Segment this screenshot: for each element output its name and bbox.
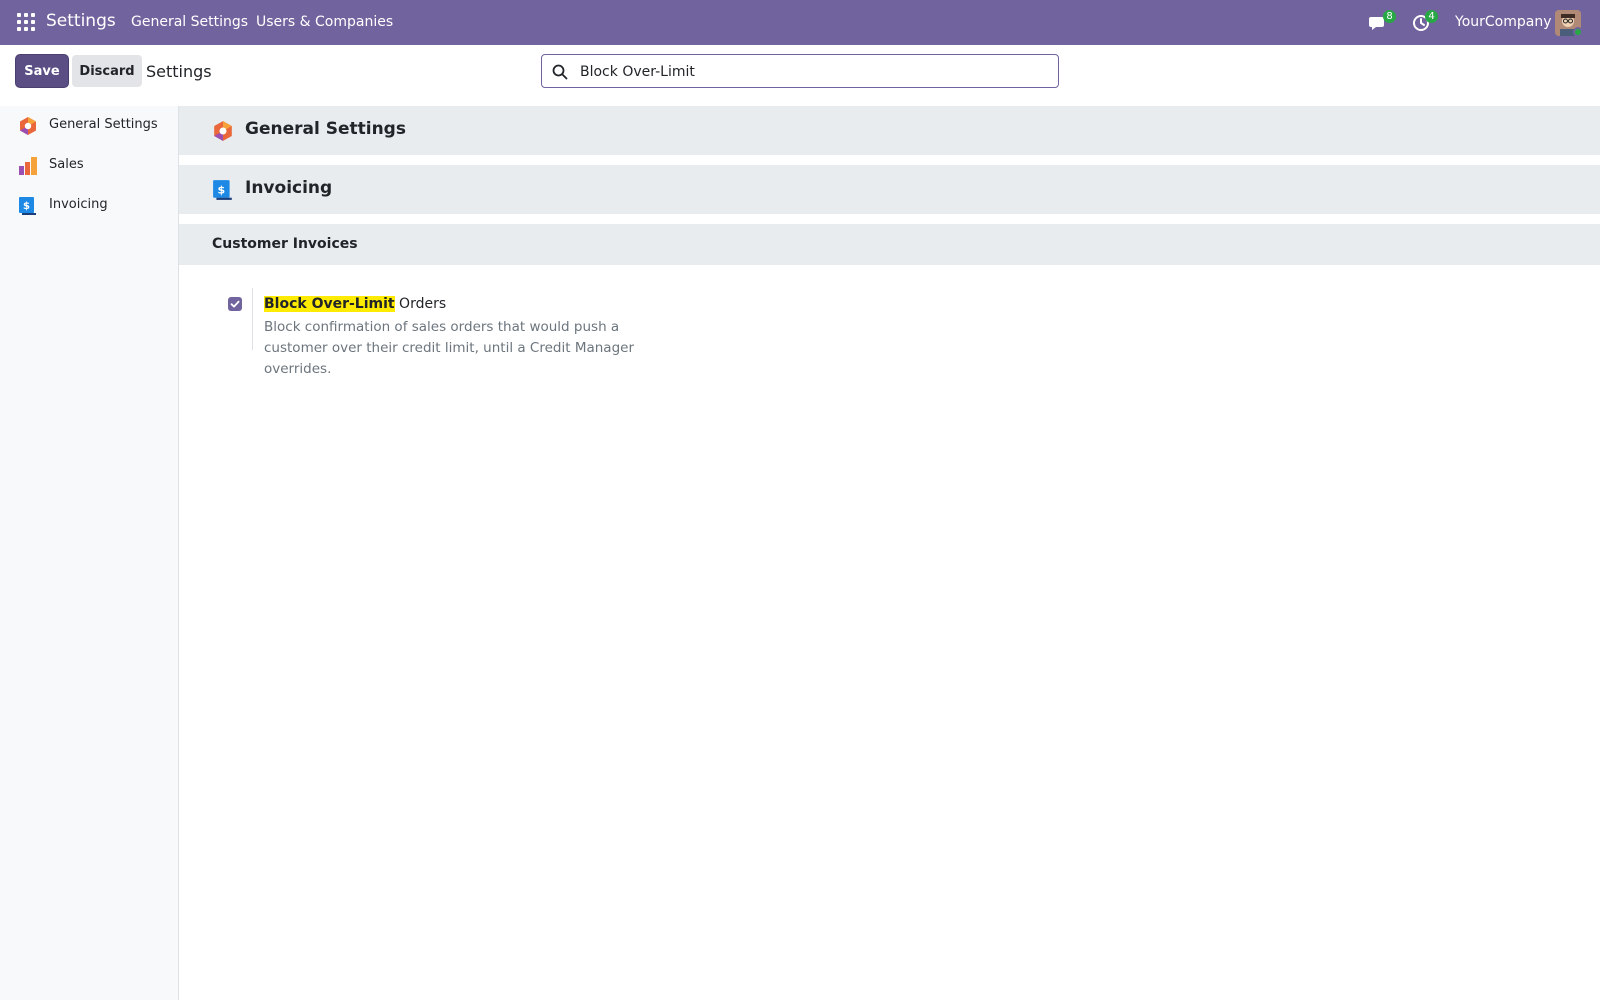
- online-status-dot: [1573, 27, 1583, 37]
- checkmark-icon: [230, 300, 240, 308]
- save-button[interactable]: Save: [16, 55, 68, 87]
- menu-general-settings[interactable]: General Settings: [131, 14, 248, 30]
- settings-sidebar: General Settings Sales $ Invoicing: [0, 106, 179, 1000]
- search-input[interactable]: [578, 56, 1052, 88]
- setting-label[interactable]: Block Over-Limit Orders: [264, 296, 446, 312]
- sidebar-item-invoicing[interactable]: $ Invoicing: [0, 186, 178, 224]
- search-highlight: Block Over-Limit: [264, 296, 395, 312]
- setting-divider: [252, 288, 253, 350]
- svg-text:$: $: [218, 183, 226, 196]
- invoicing-icon: $: [213, 180, 232, 200]
- search-icon: [552, 64, 568, 80]
- app-header-title: Invoicing: [245, 178, 333, 198]
- setting-block-over-limit-orders: Block Over-Limit Orders Block confirmati…: [179, 288, 879, 377]
- app-header-general-settings: General Settings: [179, 106, 1600, 155]
- general-settings-icon: [20, 117, 36, 135]
- svg-text:$: $: [23, 201, 30, 212]
- invoicing-icon: $: [19, 197, 36, 215]
- setting-label-rest: Orders: [394, 296, 447, 312]
- search-box[interactable]: [541, 54, 1059, 88]
- page-title: Settings: [146, 62, 212, 81]
- settings-content: General Settings $ Invoicing Customer In…: [179, 106, 1600, 1000]
- company-switcher[interactable]: YourCompany: [1455, 14, 1552, 30]
- section-title: Customer Invoices: [212, 236, 358, 252]
- sidebar-item-sales[interactable]: Sales: [0, 146, 178, 184]
- general-settings-icon: [214, 121, 232, 141]
- discard-button[interactable]: Discard: [72, 55, 142, 87]
- top-navbar: Settings General Settings Users & Compan…: [0, 0, 1600, 45]
- messages-badge: 8: [1383, 10, 1396, 23]
- activities-badge: 4: [1425, 10, 1438, 23]
- sidebar-item-label: General Settings: [49, 117, 158, 132]
- menu-users-companies[interactable]: Users & Companies: [256, 14, 393, 30]
- section-header-customer-invoices: Customer Invoices: [179, 224, 1600, 265]
- sidebar-item-general-settings[interactable]: General Settings: [0, 106, 178, 144]
- control-panel: Save Discard Settings: [0, 45, 1600, 107]
- setting-help-text: Block confirmation of sales orders that …: [264, 319, 634, 377]
- app-header-title: General Settings: [245, 119, 406, 139]
- sales-icon: [19, 157, 37, 175]
- app-brand[interactable]: Settings: [46, 11, 116, 31]
- block-over-limit-checkbox[interactable]: [228, 297, 242, 311]
- app-header-invoicing: $ Invoicing: [179, 165, 1600, 214]
- sidebar-item-label: Sales: [49, 157, 84, 172]
- apps-menu-icon[interactable]: [17, 13, 35, 31]
- sidebar-item-label: Invoicing: [49, 197, 108, 212]
